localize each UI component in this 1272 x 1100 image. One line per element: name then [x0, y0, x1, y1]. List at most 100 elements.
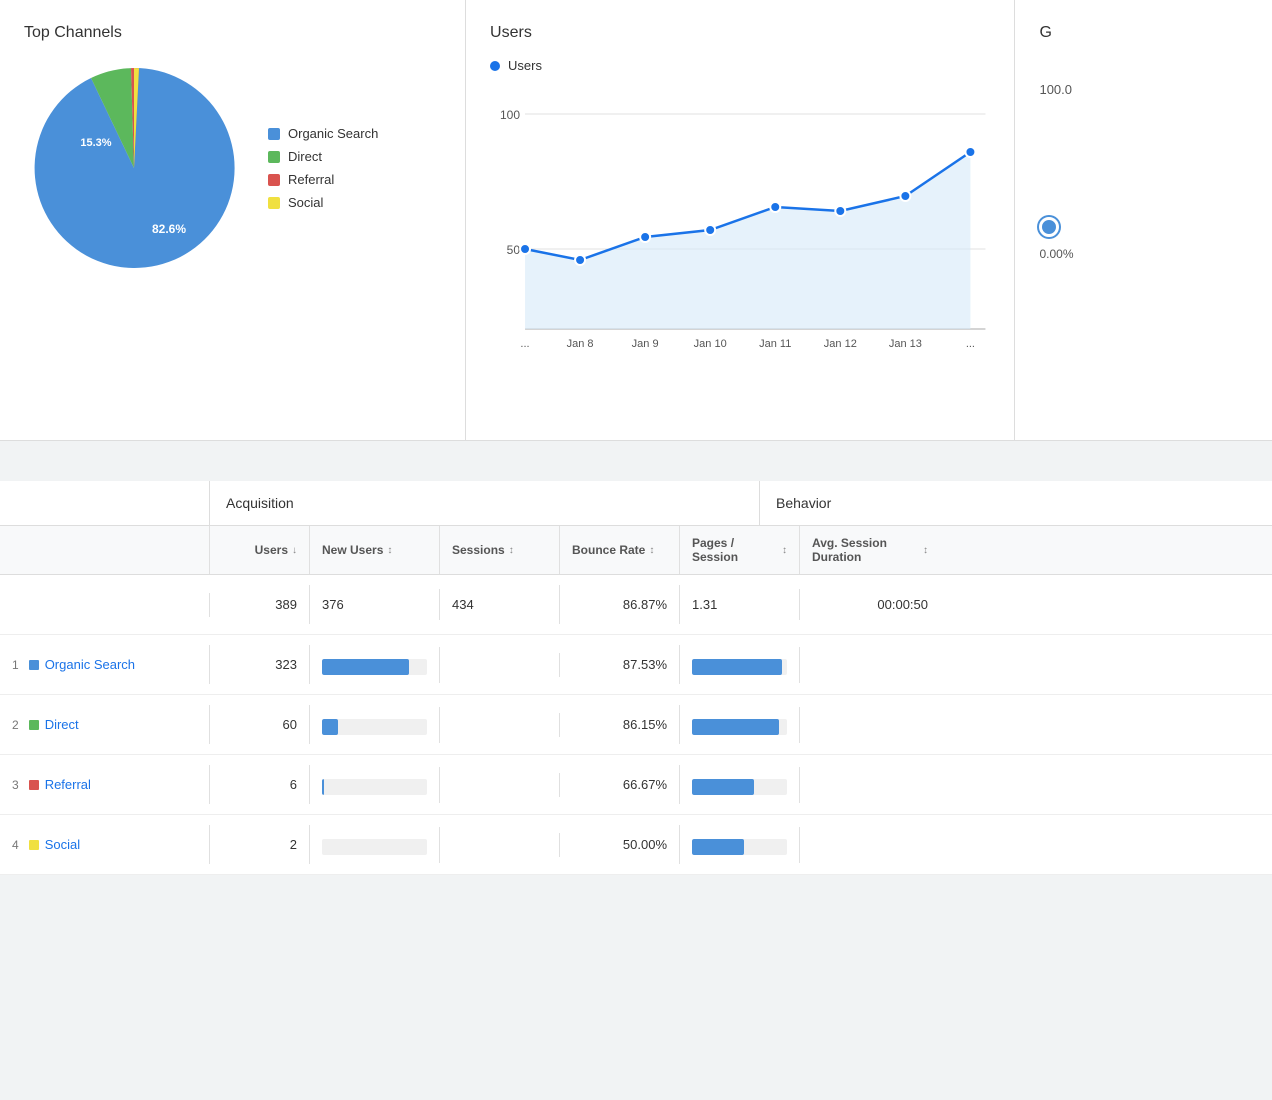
svg-text:82.6%: 82.6%: [152, 222, 186, 236]
total-row: 389 376 434 86.87% 1.31 00:00:50: [0, 575, 1272, 635]
pie-area: 82.6% 15.3% Organic Search Direct Referr…: [24, 58, 441, 278]
legend-label-direct: Direct: [288, 149, 322, 164]
column-headers: Users ↓ New Users ↕ Sessions ↕ Bounce Ra…: [0, 526, 1272, 575]
section-headers: Acquisition Behavior: [0, 481, 1272, 526]
pie-legend: Organic Search Direct Referral Social: [268, 126, 378, 210]
col-header-bounce[interactable]: Bounce Rate ↕: [560, 526, 680, 574]
sessions-cell: [440, 773, 560, 797]
legend-color-referral: [268, 174, 280, 186]
table-row: 3 Referral 6 66.67%: [0, 755, 1272, 815]
new-users-cell: [310, 827, 440, 863]
top-channels-title: Top Channels: [24, 24, 441, 42]
channel-cell: 3 Referral: [0, 765, 210, 804]
new-users-bar-fill: [322, 659, 409, 675]
bounce-sort-icon: ↕: [649, 545, 654, 556]
users-panel: Users Users 100 50: [466, 0, 1015, 440]
avg-cell: [800, 833, 940, 857]
table-row: 1 Organic Search 323 87.53%: [0, 635, 1272, 695]
pages-cell: [680, 827, 800, 863]
legend-item-direct: Direct: [268, 149, 378, 164]
channel-link[interactable]: Social: [45, 837, 80, 852]
legend-item-social: Social: [268, 195, 378, 210]
svg-text:Jan 8: Jan 8: [567, 338, 594, 350]
col-header-new-users[interactable]: New Users ↕: [310, 526, 440, 574]
users-value: 6: [290, 777, 297, 792]
legend-label-social: Social: [288, 195, 323, 210]
svg-text:Jan 13: Jan 13: [889, 338, 922, 350]
svg-text:15.3%: 15.3%: [80, 137, 111, 149]
new-users-sort-icon: ↕: [387, 545, 392, 556]
total-pages-cell: 1.31: [680, 589, 800, 620]
new-users-bar: [322, 659, 427, 675]
legend-color-direct: [268, 151, 280, 163]
channel-color-dot: [29, 780, 39, 790]
channel-color-dot: [29, 720, 39, 730]
row-number: 2: [12, 718, 19, 732]
bottom-table-section: Acquisition Behavior Users ↓ New Users ↕…: [0, 481, 1272, 875]
users-sort-icon: ↓: [292, 545, 297, 556]
users-legend: Users: [490, 58, 990, 73]
channel-color-dot: [29, 840, 39, 850]
bounce-value: 87.53%: [623, 657, 667, 672]
total-new-users-cell: 376: [310, 589, 440, 620]
col-header-avg[interactable]: Avg. Session Duration ↕: [800, 526, 940, 574]
svg-text:Jan 12: Jan 12: [824, 338, 857, 350]
channel-link[interactable]: Organic Search: [45, 657, 135, 672]
bounce-cell: 86.15%: [560, 705, 680, 744]
channel-link[interactable]: Direct: [45, 717, 79, 732]
avg-cell: [800, 653, 940, 677]
bounce-cell: 50.00%: [560, 825, 680, 864]
bounce-value: 66.67%: [623, 777, 667, 792]
row-number: 1: [12, 658, 19, 672]
channel-link[interactable]: Referral: [45, 777, 91, 792]
pages-bar: [692, 719, 787, 735]
pages-cell: [680, 767, 800, 803]
sessions-sort-icon: ↕: [509, 545, 514, 556]
bounce-cell: 66.67%: [560, 765, 680, 804]
total-users-cell: 389: [210, 585, 310, 624]
spacer: [0, 441, 1272, 461]
new-users-bar: [322, 839, 427, 855]
acquisition-header: Acquisition: [210, 481, 760, 525]
third-panel-ymin: 0.00%: [1039, 247, 1248, 261]
users-cell: 6: [210, 765, 310, 804]
channel-cell: 2 Direct: [0, 705, 210, 744]
svg-text:Jan 9: Jan 9: [632, 338, 659, 350]
total-avg-cell: 00:00:50: [800, 585, 940, 624]
pages-bar-fill: [692, 839, 744, 855]
new-users-cell: [310, 647, 440, 683]
avg-sort-icon: ↕: [923, 545, 928, 556]
col-header-pages[interactable]: Pages / Session ↕: [680, 526, 800, 574]
legend-label-organic: Organic Search: [288, 126, 378, 141]
pages-bar: [692, 659, 787, 675]
pages-cell: [680, 707, 800, 743]
total-bounce-cell: 86.87%: [560, 585, 680, 624]
new-users-cell: [310, 707, 440, 743]
users-line-chart: 100 50: [490, 89, 990, 369]
table-wrapper: Acquisition Behavior Users ↓ New Users ↕…: [0, 481, 1272, 875]
avg-cell: [800, 713, 940, 737]
pages-bar: [692, 839, 787, 855]
legend-item-referral: Referral: [268, 172, 378, 187]
legend-label-referral: Referral: [288, 172, 334, 187]
legend-color-organic: [268, 128, 280, 140]
col-header-channel: [0, 526, 210, 574]
new-users-bar-fill: [322, 719, 338, 735]
bounce-value: 50.00%: [623, 837, 667, 852]
users-cell: 2: [210, 825, 310, 864]
svg-text:100: 100: [500, 108, 520, 122]
col-header-sessions[interactable]: Sessions ↕: [440, 526, 560, 574]
svg-text:Jan 10: Jan 10: [694, 338, 727, 350]
pages-bar-fill: [692, 719, 779, 735]
channel-color-dot: [29, 660, 39, 670]
top-channels-panel: Top Channels 82.6% 15.3%: [0, 0, 466, 440]
users-value: 2: [290, 837, 297, 852]
users-legend-label: Users: [508, 58, 542, 73]
third-panel-title: G: [1039, 24, 1248, 42]
pages-cell: [680, 647, 800, 683]
bounce-value: 86.15%: [623, 717, 667, 732]
table-row: 2 Direct 60 86.15%: [0, 695, 1272, 755]
col-header-users[interactable]: Users ↓: [210, 526, 310, 574]
third-panel: G 100.0 0.00%: [1015, 0, 1272, 440]
row-number: 3: [12, 778, 19, 792]
